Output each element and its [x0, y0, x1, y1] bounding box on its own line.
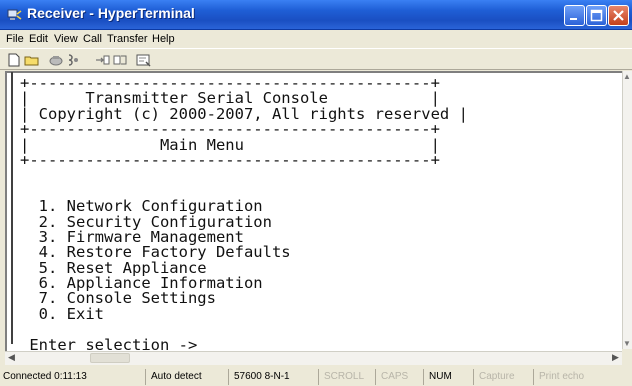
close-button[interactable] [608, 5, 629, 26]
close-icon [613, 10, 624, 21]
menu-file[interactable]: File [6, 33, 24, 45]
status-bar: Connected 0:11:13 Auto detect 57600 8-N-… [0, 368, 632, 386]
status-scroll: SCROLL [318, 369, 373, 385]
menu-call[interactable]: Call [83, 33, 102, 45]
toolbar [0, 48, 632, 70]
hyperterminal-app-icon[interactable] [7, 8, 22, 22]
minimize-icon [570, 18, 577, 20]
status-caps: CAPS [375, 369, 421, 385]
status-print-echo: Print echo [533, 369, 632, 385]
disconnect-icon[interactable] [65, 53, 81, 67]
title-bar[interactable]: Receiver - HyperTerminal [0, 0, 632, 30]
minimize-button[interactable] [564, 5, 585, 26]
status-capture: Capture [473, 369, 531, 385]
maximize-button[interactable] [586, 5, 607, 26]
menu-view[interactable]: View [54, 33, 78, 45]
window-title: Receiver - HyperTerminal [27, 5, 195, 21]
horizontal-scroll-thumb[interactable] [90, 353, 130, 363]
status-connected: Connected 0:11:13 [3, 371, 87, 382]
terminal-output[interactable]: +---------------------------------------… [20, 75, 468, 353]
status-detect: Auto detect [145, 369, 227, 385]
menu-edit[interactable]: Edit [29, 33, 48, 45]
scroll-down-icon[interactable]: ▼ [623, 339, 631, 348]
new-connection-icon[interactable] [6, 53, 22, 67]
menu-transfer[interactable]: Transfer [107, 33, 148, 45]
send-icon[interactable] [95, 53, 111, 67]
hyperterminal-window: Receiver - HyperTerminal File Edit View … [0, 0, 632, 386]
menu-bar: File Edit View Call Transfer Help [0, 31, 632, 48]
status-num: NUM [423, 369, 470, 385]
scroll-left-icon[interactable]: ◀ [8, 352, 15, 363]
terminal-line: 0. Exit [20, 304, 104, 323]
maximize-icon [590, 9, 603, 22]
scroll-right-icon[interactable]: ▶ [612, 352, 619, 363]
scroll-up-icon[interactable]: ▲ [623, 72, 631, 81]
terminal-line: +---------------------------------------… [20, 150, 440, 169]
call-icon[interactable] [48, 53, 64, 67]
vertical-scrollbar[interactable] [622, 71, 632, 349]
open-icon[interactable] [24, 53, 40, 67]
status-port-settings: 57600 8-N-1 [228, 369, 316, 385]
terminal-left-edge [11, 72, 13, 344]
properties-icon[interactable] [136, 53, 152, 67]
receive-icon[interactable] [112, 53, 128, 67]
menu-help[interactable]: Help [152, 33, 175, 45]
